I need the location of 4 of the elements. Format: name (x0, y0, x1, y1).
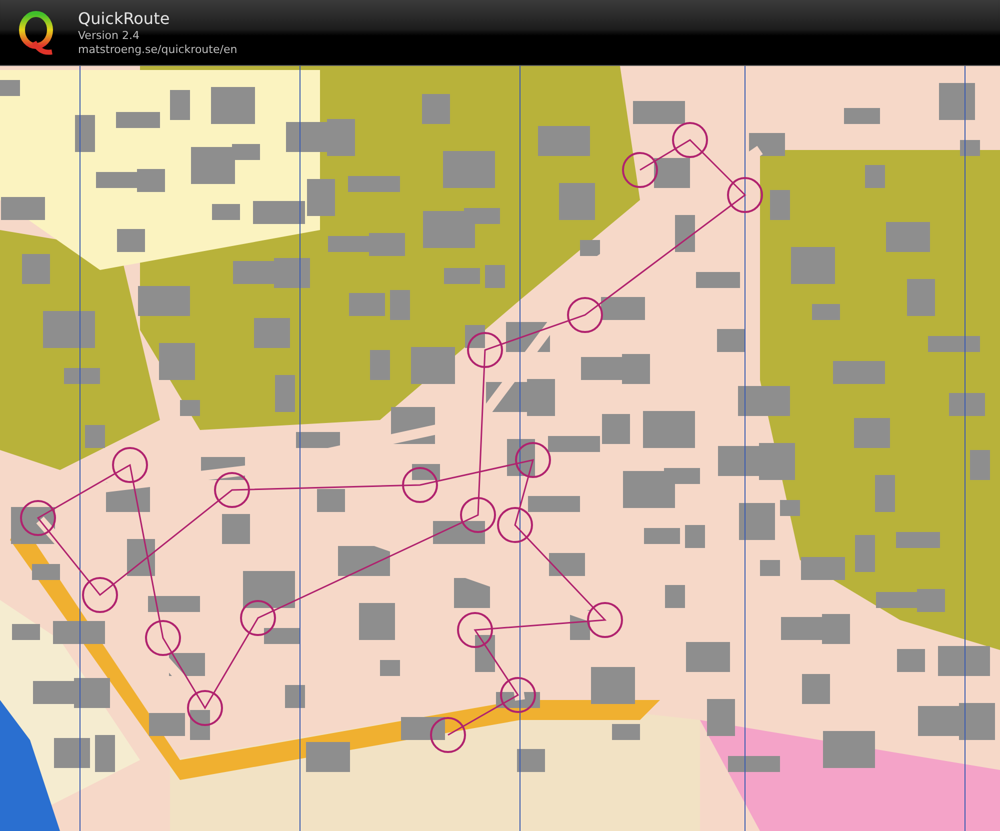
app-title: QuickRoute (78, 8, 171, 28)
website-url: matstroeng.se/quickroute/en (78, 42, 238, 56)
logo-icon (18, 10, 56, 56)
version-text: Version 2.4 (78, 28, 140, 42)
